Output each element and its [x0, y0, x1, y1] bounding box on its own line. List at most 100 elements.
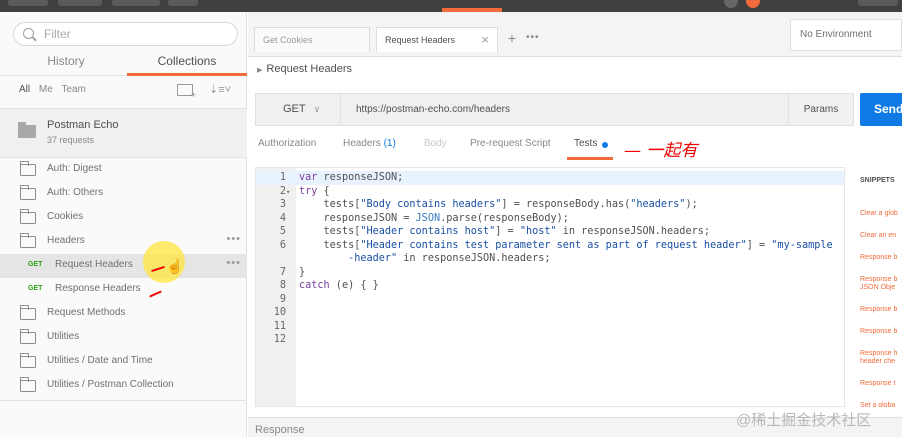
code-line[interactable]: -header" in responseJSON.headers; — [256, 252, 844, 266]
search-icon — [23, 28, 34, 39]
sync-icon[interactable] — [724, 0, 738, 8]
notification-icon[interactable] — [746, 0, 760, 8]
tab-request-headers[interactable]: Request Headers × — [376, 27, 498, 52]
snippet-link[interactable]: Clear an en — [860, 232, 896, 240]
snippet-label: Clear an en — [860, 232, 897, 239]
toolbar-button[interactable] — [112, 0, 160, 6]
line-number: 2 — [279, 185, 286, 197]
folder-label: Auth: Digest — [47, 163, 102, 174]
code-line[interactable]: 11 — [256, 320, 844, 334]
code-line[interactable]: 3 tests["Body contains headers"] = respo… — [256, 198, 844, 212]
fold-toggle-icon[interactable]: ▾ — [286, 186, 294, 200]
method-label: GET — [283, 103, 306, 115]
code-line[interactable]: 9 — [256, 293, 844, 307]
toolbar-button[interactable] — [168, 0, 198, 6]
collection-postman-echo[interactable]: Postman Echo 37 requests — [0, 109, 247, 157]
line-number: 8 — [279, 280, 286, 291]
tests-modified-dot — [602, 142, 608, 148]
breadcrumb-label: Request Headers — [266, 63, 352, 75]
watermark: @稀土掘金技术社区 — [736, 412, 872, 429]
folder-icon — [20, 353, 36, 368]
folder-label: Utilities — [47, 331, 80, 342]
snippet-label: Clear a glob — [860, 210, 898, 217]
line-number: 3 — [279, 199, 286, 210]
filter-team[interactable]: Team — [61, 84, 85, 95]
close-icon[interactable]: × — [481, 32, 489, 47]
snippet-link[interactable]: Set a globa — [860, 402, 895, 407]
tab-authorization[interactable]: Authorization — [258, 138, 316, 149]
request-label: Response Headers — [55, 283, 141, 294]
add-tab-button[interactable]: + — [502, 30, 522, 50]
snippet-link[interactable]: Response b — [860, 306, 897, 314]
filter-box[interactable] — [13, 22, 238, 46]
tab-get-cookies[interactable]: Get Cookies — [254, 27, 370, 52]
code-line[interactable]: 4 responseJSON = JSON.parse(responseBody… — [256, 212, 844, 226]
new-collection-icon[interactable] — [177, 84, 196, 100]
folder-label: Headers — [47, 235, 85, 246]
request-more-icon[interactable]: ••• — [226, 257, 241, 269]
tab-pre-request-script[interactable]: Pre-request Script — [470, 138, 551, 149]
tab-body: Body — [424, 138, 447, 149]
code-line[interactable]: 6 tests["Header contains test parameter … — [256, 239, 844, 253]
request-response-headers[interactable]: GET Response Headers — [0, 278, 247, 302]
snippet-link[interactable]: Response b — [860, 254, 897, 262]
sort-icon[interactable]: ⇣≡˅ — [209, 83, 231, 96]
snippet-link[interactable]: Response t — [860, 380, 895, 388]
code-line[interactable]: 7} — [256, 266, 844, 280]
code-line[interactable]: 5 tests["Header contains host"] = "host"… — [256, 225, 844, 239]
send-button[interactable]: Send — [860, 93, 902, 126]
tab-collections[interactable]: Collections — [127, 54, 247, 76]
params-button[interactable]: Params — [789, 93, 854, 126]
filter-all[interactable]: All — [19, 84, 30, 95]
snippet-label: Response b — [860, 276, 898, 283]
main-panel: Get Cookies Request Headers × + ••• No E… — [248, 12, 902, 437]
folder-utilities[interactable]: Utilities — [0, 326, 247, 350]
snippet-link[interactable]: Response h header che — [860, 350, 897, 366]
folder-auth-digest[interactable]: Auth: Digest — [0, 158, 247, 182]
code-text: var responseJSON; — [299, 172, 404, 183]
folder-more-icon[interactable]: ••• — [226, 233, 241, 245]
code-line[interactable]: 12 — [256, 333, 844, 347]
request-request-headers[interactable]: GET Request Headers ••• — [0, 254, 247, 278]
toolbar-button[interactable] — [58, 0, 102, 6]
line-number: 11 — [273, 320, 286, 332]
folder-label: Utilities / Date and Time — [47, 355, 153, 366]
caret-right-icon: ▶ — [257, 67, 263, 74]
collection-name: Postman Echo — [47, 119, 119, 131]
method-select[interactable]: GET ∨ — [255, 93, 341, 126]
code-text: tests["Body contains headers"] = respons… — [299, 199, 698, 210]
snippet-link[interactable]: Clear a glob — [860, 210, 898, 218]
code-line[interactable]: 8 catch (e) { } — [256, 279, 844, 293]
folder-request-methods[interactable]: Request Methods — [0, 302, 247, 326]
tab-history[interactable]: History — [6, 54, 126, 76]
request-tabbar: Get Cookies Request Headers × + ••• No E… — [248, 12, 902, 57]
folder-headers[interactable]: Headers ••• — [0, 230, 247, 254]
filter-input[interactable] — [44, 26, 224, 42]
line-number: 4 — [279, 212, 286, 224]
url-input[interactable]: https://postman-echo.com/headers — [341, 93, 789, 126]
folder-utilities-date-time[interactable]: Utilities / Date and Time — [0, 350, 247, 374]
folder-auth-others[interactable]: Auth: Others — [0, 182, 247, 206]
code-line[interactable]: 10 — [256, 306, 844, 320]
folder-label: Utilities / Postman Collection — [47, 379, 174, 390]
folder-utilities-postman-collection[interactable]: Utilities / Postman Collection — [0, 374, 247, 398]
line-number: 9 — [279, 293, 286, 305]
more-tabs-icon[interactable]: ••• — [526, 32, 540, 43]
filter-me[interactable]: Me — [39, 84, 53, 95]
toolbar-button[interactable] — [858, 0, 898, 6]
toolbar-button[interactable] — [8, 0, 48, 6]
environment-select[interactable]: No Environment — [790, 19, 902, 51]
snippet-link[interactable]: Response b — [860, 328, 897, 336]
tab-tests[interactable]: Tests — [566, 138, 614, 160]
snippets-title: SNIPPETS — [860, 177, 895, 184]
code-line[interactable]: 2▾ try { — [256, 185, 844, 200]
request-label: Request Headers — [55, 259, 133, 270]
snippet-link[interactable]: Response b JSON Obje — [860, 276, 897, 292]
folder-cookies[interactable]: Cookies — [0, 206, 247, 230]
tab-headers[interactable]: Headers (1) — [343, 138, 396, 149]
line-number: 12 — [273, 334, 286, 345]
code-line[interactable]: 1 var responseJSON; — [256, 171, 844, 185]
tests-code-editor[interactable]: 1 var responseJSON; 2▾ try {3 tests["Body c… — [255, 167, 845, 407]
request-breadcrumb[interactable]: ▶ Request Headers — [257, 63, 352, 75]
folder-label: Cookies — [47, 211, 84, 222]
